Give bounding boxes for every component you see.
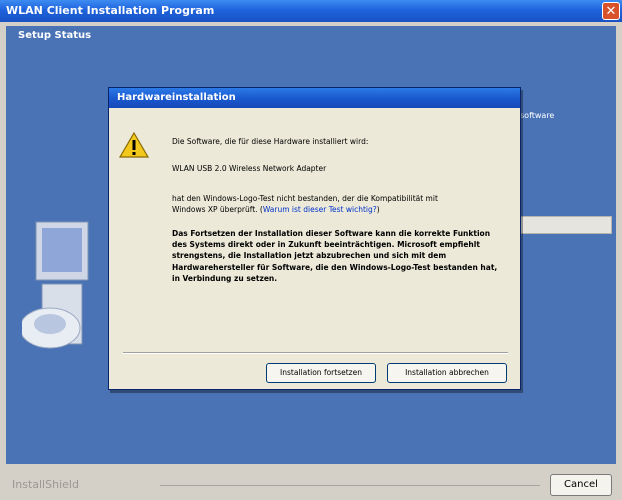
background-text: software — [520, 111, 555, 120]
warning-icon — [119, 132, 149, 158]
cancel-button[interactable]: Cancel — [550, 474, 612, 496]
installshield-brand: InstallShield — [12, 478, 79, 491]
hardware-installation-dialog: Hardwareinstallation Die Software, die f… — [108, 87, 521, 390]
logo-test-text-line2-start: Windows XP überprüft. ( — [172, 205, 263, 214]
installer-footer: InstallShield Cancel — [0, 466, 622, 500]
dialog-titlebar[interactable]: Hardwareinstallation — [109, 88, 520, 108]
computer-illustration — [22, 221, 89, 349]
close-button[interactable]: ✕ — [602, 2, 620, 20]
dialog-title: Hardwareinstallation — [117, 92, 236, 103]
installer-title: WLAN Client Installation Program — [6, 4, 215, 17]
logo-test-text-line2-end: ) — [376, 205, 380, 214]
footer-divider — [160, 485, 540, 486]
installer-titlebar[interactable]: WLAN Client Installation Program ✕ — [0, 0, 622, 22]
logo-test-text-line2: Windows XP überprüft. (Warum ist dieser … — [172, 205, 380, 215]
warning-message: Das Fortsetzen der Installation dieser S… — [172, 229, 498, 283]
why-test-important-link[interactable]: Warum ist dieser Test wichtig? — [263, 205, 377, 214]
close-icon: ✕ — [605, 4, 617, 19]
abort-installation-button[interactable]: Installation abbrechen — [387, 363, 507, 383]
dialog-separator — [123, 352, 508, 354]
software-label: Die Software, die für diese Hardware ins… — [172, 137, 369, 146]
logo-test-text-line1: hat den Windows-Logo-Test nicht bestande… — [172, 194, 438, 203]
device-name: WLAN USB 2.0 Wireless Network Adapter — [172, 164, 327, 173]
continue-installation-button[interactable]: Installation fortsetzen — [266, 363, 376, 383]
setup-status-heading: Setup Status — [18, 30, 92, 41]
